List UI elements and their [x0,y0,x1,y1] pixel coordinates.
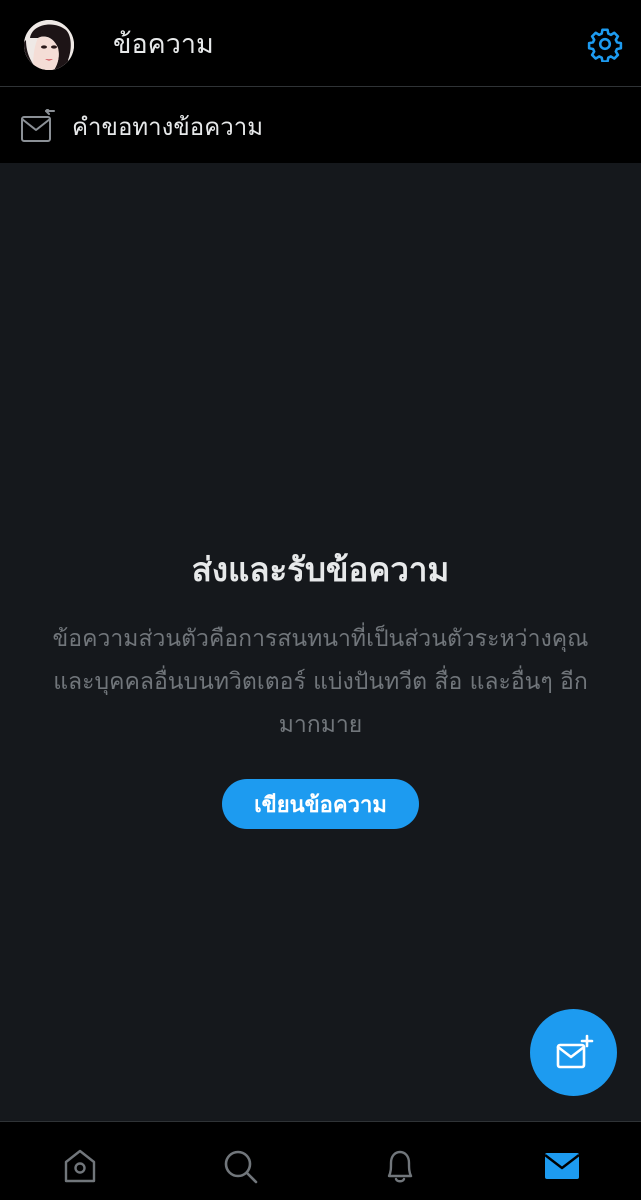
settings-button[interactable] [587,26,623,63]
bottom-navigation [0,1121,641,1200]
write-message-button[interactable]: เขียนข้อความ [222,779,419,829]
nav-messages[interactable] [542,1146,582,1186]
empty-state-description: ข้อความส่วนตัวคือการสนทนาที่เป็นส่วนตัวร… [52,626,589,738]
page-title: ข้อความ [113,29,214,60]
nav-notifications[interactable] [380,1146,420,1186]
home-icon [64,1149,96,1183]
mail-icon [544,1153,580,1179]
new-message-icon [556,1034,594,1069]
nav-search[interactable] [220,1146,260,1186]
message-request-icon [20,107,56,143]
avatar-image [24,20,74,70]
top-app-bar: ข้อความ [0,0,641,87]
message-requests-label[interactable]: คำขอทางข้อความ [72,111,263,143]
bell-icon [387,1150,413,1183]
empty-state-title: ส่งและรับข้อความ [191,550,450,589]
messages-screen: ข้อความ คำขอทางข้อความ ส่งและรับข้อความ … [0,0,641,1200]
gear-icon [587,28,623,63]
new-message-fab[interactable] [530,1009,617,1096]
search-icon [224,1150,258,1184]
avatar[interactable] [24,20,74,70]
nav-home[interactable] [60,1146,100,1186]
